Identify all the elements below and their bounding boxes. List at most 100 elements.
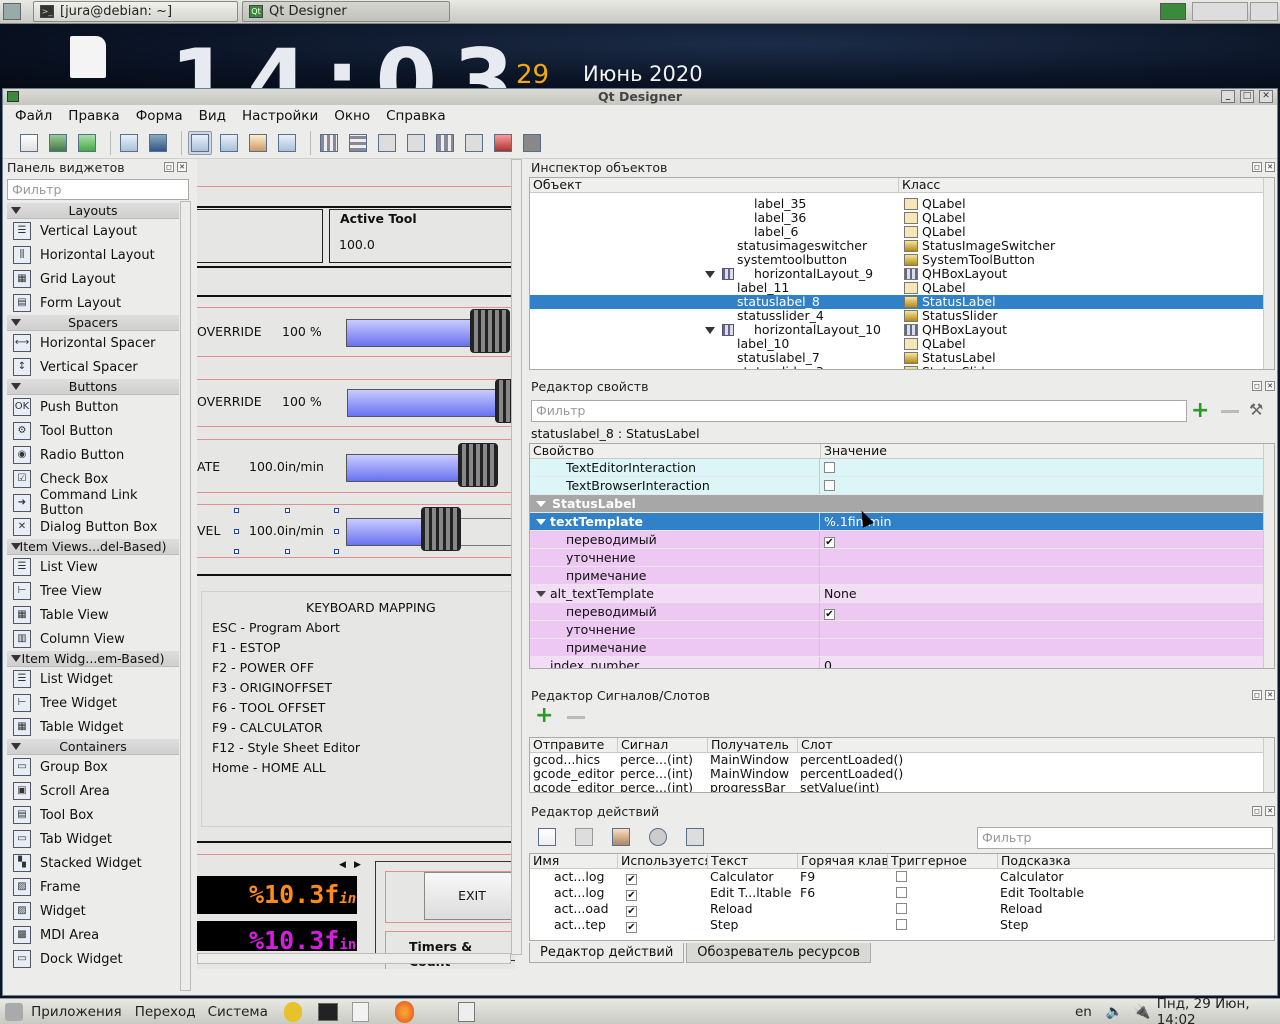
close-button[interactable]: ✕ — [1259, 90, 1273, 103]
property-row[interactable]: уточнение — [530, 549, 1264, 567]
menu-view[interactable]: Вид — [191, 105, 234, 127]
window-titlebar[interactable]: Qt Designer _ □ ✕ — [3, 89, 1277, 105]
close-icon[interactable]: ✕ — [177, 162, 187, 172]
widget-item[interactable]: ↕ Vertical Spacer — [7, 355, 179, 379]
action-row[interactable]: act...oad ✔ Reload Reload — [530, 901, 1274, 917]
apps-logo-icon[interactable] — [5, 1002, 24, 1021]
category-header[interactable]: Containers — [7, 739, 179, 755]
selection-handle[interactable] — [285, 508, 290, 513]
widget-item[interactable]: ▚ Stacked Widget — [7, 851, 179, 875]
widget-item[interactable]: ▨ Frame — [7, 875, 179, 899]
widget-item[interactable]: ▦ Table Widget — [7, 715, 179, 739]
menu-system[interactable]: Система — [208, 1004, 268, 1020]
widget-item[interactable]: ☰ Vertical Layout — [7, 219, 179, 243]
float-icon[interactable]: ◻ — [164, 162, 174, 172]
property-row[interactable]: textTemplate %.1fin/min — [530, 513, 1264, 531]
connection-row[interactable]: gcod...hics perce...(int) MainWindow percen… — [530, 753, 1274, 767]
close-icon[interactable]: ✕ — [1265, 806, 1275, 816]
property-filter-input[interactable]: Фильтр — [531, 400, 1187, 422]
float-icon[interactable]: ◻ — [1252, 162, 1262, 172]
keyboard-layout[interactable]: en — [1075, 1004, 1092, 1020]
action-row[interactable]: act...log ✔ Edit T...ltable F6 Edit Tooltabl… — [530, 885, 1274, 901]
action-used-checkbox[interactable]: ✔ — [626, 874, 637, 885]
tree-row[interactable]: label_10 QLabel — [530, 337, 1274, 351]
property-row[interactable]: TextBrowserInteraction — [530, 477, 1264, 495]
close-icon[interactable]: ✕ — [1265, 381, 1275, 391]
tree-row[interactable]: label_35 QLabel — [530, 197, 1274, 211]
remove-connection-icon[interactable] — [567, 716, 585, 719]
selection-handle[interactable] — [234, 549, 239, 554]
column-sender[interactable]: Отправите — [530, 738, 617, 752]
collapse-arrow-icon[interactable] — [536, 591, 546, 597]
action-checkable-checkbox[interactable] — [896, 903, 907, 914]
maximize-button[interactable]: □ — [1240, 90, 1254, 103]
desktop-file-icon[interactable] — [70, 36, 106, 78]
tree-row[interactable]: label_6 QLabel — [530, 225, 1274, 239]
rapid-override-slider[interactable] — [347, 389, 497, 417]
property-row[interactable]: TextEditorInteraction — [530, 459, 1264, 477]
widget-item[interactable]: ▥ Column View — [7, 627, 179, 651]
minimize-button[interactable]: _ — [1221, 90, 1235, 103]
volume-icon[interactable]: 🔈 — [1106, 1004, 1123, 1020]
launcher-tux-icon[interactable] — [283, 1001, 302, 1022]
action-used-checkbox[interactable]: ✔ — [626, 922, 637, 933]
property-group-header[interactable]: StatusLabel — [530, 495, 1264, 513]
remove-property-icon[interactable] — [1221, 410, 1239, 413]
property-value[interactable]: 0 — [824, 658, 832, 668]
layout-grid-icon[interactable] — [433, 131, 457, 155]
selection-handle[interactable] — [285, 549, 290, 554]
open-form-icon[interactable] — [46, 131, 70, 155]
configure-icon[interactable]: ⚒ — [1249, 400, 1263, 419]
tray-blank-2[interactable] — [1250, 2, 1278, 21]
widget-item[interactable]: ▣ Scroll Area — [7, 779, 179, 803]
widget-item[interactable]: ▤ Form Layout — [7, 291, 179, 315]
column-property[interactable]: Свойство — [530, 444, 820, 458]
widget-item[interactable]: ⊢ Tree View — [7, 579, 179, 603]
edit-tab-order-icon[interactable] — [275, 131, 299, 155]
action-row[interactable]: act...log ✔ Calculator F9 Calculator — [530, 869, 1274, 885]
action-filter-input[interactable]: Фильтр — [977, 827, 1273, 849]
tree-row[interactable]: systemtoolbutton SystemToolButton — [530, 253, 1274, 267]
widget-item[interactable]: ▭ Dock Widget — [7, 947, 179, 971]
jog-rate-handle[interactable] — [458, 443, 498, 487]
connection-row[interactable]: gcode_editor perce...(int) progressBar setV… — [530, 781, 1274, 793]
new-action-icon[interactable] — [535, 825, 559, 849]
canvas-hscrollbar[interactable] — [197, 953, 511, 964]
selection-handle[interactable] — [334, 508, 339, 513]
selection-handle[interactable] — [234, 529, 239, 534]
action-used-checkbox[interactable]: ✔ — [626, 906, 637, 917]
menu-places[interactable]: Переход — [135, 1004, 196, 1020]
tab-scroll-right-icon[interactable]: ▶ — [354, 860, 361, 870]
category-header[interactable]: Buttons — [7, 379, 179, 395]
tab-scroll-left-icon[interactable]: ◀ — [339, 860, 346, 870]
taskbar-datetime[interactable]: Пнд, 29 Июн, 14:02 — [1157, 996, 1280, 1024]
widget-item[interactable]: ☰ List Widget — [7, 667, 179, 691]
connections-scrollbar[interactable] — [1263, 738, 1274, 792]
exit-button[interactable]: EXIT — [424, 872, 515, 920]
category-header[interactable]: Layouts — [7, 203, 179, 219]
configure-action-icon[interactable] — [683, 825, 707, 849]
delete-action-icon[interactable] — [646, 825, 670, 849]
add-connection-icon[interactable]: + — [535, 705, 553, 727]
edit-signals-icon[interactable] — [217, 131, 241, 155]
add-property-icon[interactable]: + — [1191, 400, 1209, 422]
launcher-terminal-icon[interactable] — [317, 1002, 339, 1021]
jog-rate-slider[interactable] — [346, 454, 466, 482]
widget-item[interactable]: ▭ Tab Widget — [7, 827, 179, 851]
tree-row[interactable]: statuslabel_7 StatusLabel — [530, 351, 1274, 365]
new-form-icon[interactable] — [17, 131, 41, 155]
tree-row[interactable]: horizontalLayout_10 QHBoxLayout — [530, 323, 1274, 337]
column-used[interactable]: Используется — [617, 854, 707, 868]
column-tooltip[interactable]: Подсказка — [997, 854, 1274, 868]
widget-item[interactable]: ▭ Group Box — [7, 755, 179, 779]
property-row[interactable]: примечание — [530, 567, 1264, 585]
layout-vertical-icon[interactable] — [346, 131, 370, 155]
break-layout-icon[interactable] — [491, 131, 515, 155]
float-icon[interactable]: ◻ — [1252, 806, 1262, 816]
widget-item[interactable]: ⚙ Tool Button — [7, 419, 179, 443]
paste-action-icon[interactable] — [609, 825, 633, 849]
tree-row[interactable]: statusimageswitcher StatusImageSwitcher — [530, 239, 1274, 253]
property-checkbox[interactable] — [824, 462, 835, 473]
property-checkbox[interactable]: ✔ — [824, 537, 835, 548]
close-icon[interactable]: ✕ — [1265, 690, 1275, 700]
